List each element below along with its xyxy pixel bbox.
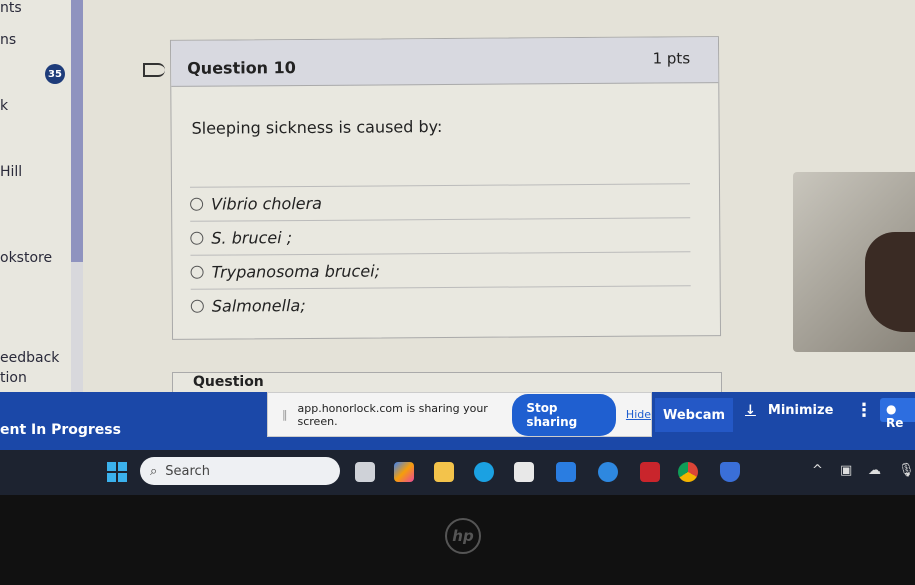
download-icon: ↓ <box>745 403 756 418</box>
answer-option[interactable]: Trypanosoma brucei; <box>190 251 691 288</box>
question-header: Question 10 1 pts <box>170 37 719 87</box>
store-icon[interactable] <box>514 462 534 482</box>
answer-label: S. brucei ; <box>211 227 293 248</box>
sidebar-item[interactable]: ns <box>0 32 16 48</box>
stop-sharing-button[interactable]: Stop sharing <box>512 393 616 436</box>
question-points: 1 pts <box>652 49 691 68</box>
sidebar-item[interactable]: nts <box>0 0 22 16</box>
sidebar-item[interactable]: Hill <box>0 164 22 180</box>
task-view-icon[interactable] <box>355 462 375 482</box>
scrollbar-track[interactable] <box>71 262 83 402</box>
onedrive-icon[interactable]: ☁ <box>868 463 881 478</box>
help-icon[interactable] <box>598 462 618 482</box>
sidebar-item[interactable]: eedback <box>0 350 59 366</box>
record-button[interactable]: ● Re <box>880 398 915 430</box>
radio-button[interactable] <box>190 197 204 211</box>
taskbar-search[interactable]: ⌕ Search <box>140 457 340 485</box>
taskbar <box>0 450 915 495</box>
record-label: Re <box>886 416 904 430</box>
webcam-button[interactable]: Webcam <box>655 398 733 432</box>
answer-label: Salmonella; <box>211 295 306 316</box>
radio-button[interactable] <box>190 231 204 245</box>
screen-share-notice: ‖ app.honorlock.com is sharing your scre… <box>267 392 652 437</box>
more-options-icon[interactable]: ⋮ <box>855 400 873 421</box>
answer-option[interactable]: S. brucei ; <box>190 217 691 254</box>
next-question-title: Question <box>193 374 264 390</box>
edge-icon[interactable] <box>474 462 494 482</box>
answer-label: Trypanosoma brucei; <box>211 260 381 282</box>
hide-link[interactable]: Hide <box>626 408 651 421</box>
mcafee-icon[interactable] <box>640 462 660 482</box>
question-title: Question 10 <box>187 58 296 78</box>
sidebar-item[interactable]: okstore <box>0 250 52 266</box>
exam-status: ent In Progress <box>0 422 121 438</box>
tray-chevron-icon[interactable]: ^ <box>812 463 823 478</box>
webcam-preview <box>793 172 915 352</box>
sidebar-item[interactable]: tion <box>0 370 27 386</box>
webcam-person <box>865 232 915 332</box>
radio-button[interactable] <box>190 299 204 313</box>
tray-app-icon[interactable]: ▣ <box>840 463 852 478</box>
answer-option[interactable]: Vibrio cholera <box>189 183 691 220</box>
question-card: Question 10 1 pts Sleeping sickness is c… <box>169 36 722 340</box>
chrome-icon[interactable] <box>678 462 698 482</box>
notification-badge: 35 <box>45 64 65 84</box>
search-icon: ⌕ <box>150 463 158 479</box>
question-text: Sleeping sickness is caused by: <box>191 117 443 138</box>
search-placeholder: Search <box>165 463 210 479</box>
sidebar-item[interactable]: k <box>0 98 8 114</box>
hp-logo: hp <box>445 518 481 554</box>
file-explorer-icon[interactable] <box>434 462 454 482</box>
answer-label: Vibrio cholera <box>211 193 323 214</box>
copilot-icon[interactable] <box>394 462 414 482</box>
course-sidebar: nts ns 35 k Hill okstore eedback tion <box>0 0 72 400</box>
minimize-button[interactable]: ↓ Minimize <box>745 403 833 418</box>
microphone-icon[interactable]: 🎙 <box>898 463 915 478</box>
share-text: app.honorlock.com is sharing your screen… <box>297 401 488 428</box>
flag-question-icon[interactable] <box>143 63 165 77</box>
app-icon[interactable] <box>556 462 576 482</box>
radio-button[interactable] <box>190 265 204 279</box>
drag-handle-icon[interactable]: ‖ <box>282 408 288 421</box>
security-shield-icon[interactable] <box>720 462 740 482</box>
windows-start-icon[interactable] <box>107 462 127 482</box>
answer-option[interactable]: Salmonella; <box>190 285 691 322</box>
scrollbar-thumb[interactable] <box>71 0 83 262</box>
minimize-label: Minimize <box>767 403 834 418</box>
